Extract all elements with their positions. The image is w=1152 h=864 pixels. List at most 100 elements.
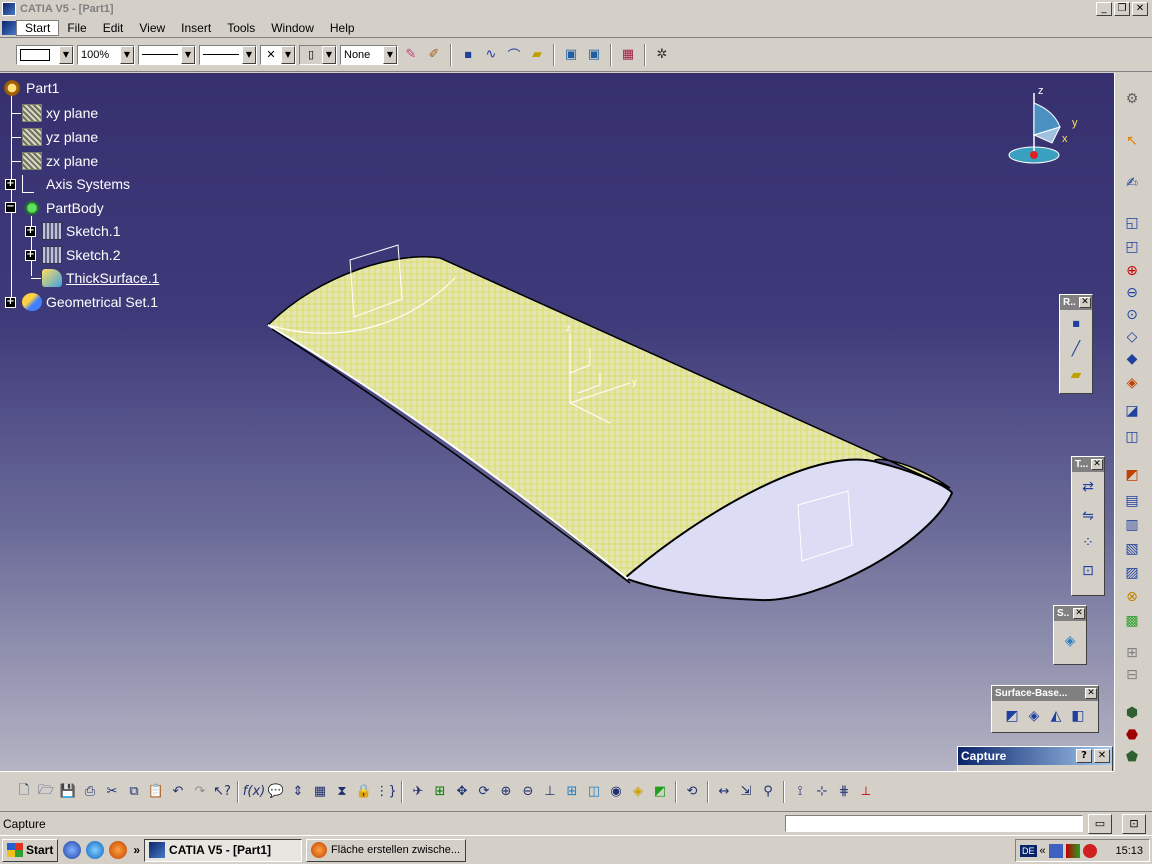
split-icon[interactable]: ◩ bbox=[1002, 705, 1022, 727]
3d-viewport[interactable]: z y Part1 xy plane yz plane zx plane + A… bbox=[0, 73, 1114, 771]
help-button[interactable]: ? bbox=[1076, 749, 1092, 763]
part-body-icon[interactable]: ▣ bbox=[561, 45, 581, 65]
thread-icon[interactable]: ▧ bbox=[1121, 539, 1143, 559]
thick-surface-icon[interactable]: ◈ bbox=[1054, 621, 1086, 661]
tree-node-axis-systems[interactable]: Axis Systems bbox=[22, 173, 130, 195]
expand-axis-systems-icon[interactable]: + bbox=[5, 179, 16, 190]
chevron-down-icon[interactable]: ▼ bbox=[322, 45, 336, 64]
body-insert-icon[interactable]: ▣ bbox=[584, 45, 604, 65]
measure-between-icon[interactable]: ↔ bbox=[714, 782, 734, 802]
capture-close-button[interactable]: ✕ bbox=[1094, 749, 1110, 763]
desktop-icon[interactable] bbox=[63, 841, 82, 859]
chevron-down-icon[interactable]: ▼ bbox=[383, 45, 397, 64]
apply-material-icon[interactable]: ⬣ bbox=[1121, 725, 1143, 745]
line-type-select[interactable]: ▼ bbox=[199, 44, 257, 65]
doc-restore-button[interactable]: ❐ bbox=[1114, 2, 1130, 16]
doc-close-button[interactable]: ✕ bbox=[1132, 2, 1148, 16]
knowledge-icon[interactable]: ⋮} bbox=[375, 782, 396, 802]
collapse-partbody-icon[interactable]: − bbox=[5, 202, 16, 213]
expand-sketch2-icon[interactable]: + bbox=[25, 250, 36, 261]
edge-fillet-icon[interactable]: ◪ bbox=[1121, 401, 1143, 421]
comment-icon[interactable]: 💬 bbox=[266, 782, 286, 802]
properties-brush-icon[interactable]: ✐ bbox=[424, 45, 444, 65]
table-icon[interactable]: ▦ bbox=[310, 782, 330, 802]
menu-insert[interactable]: Insert bbox=[173, 21, 219, 35]
tree-node-yz-plane[interactable]: yz plane bbox=[22, 126, 98, 148]
redo-icon[interactable]: ↷ bbox=[190, 782, 210, 802]
boolean-icon[interactable]: ⊗ bbox=[1121, 587, 1143, 607]
hide-show-icon[interactable]: ◈ bbox=[628, 782, 648, 802]
menu-tools[interactable]: Tools bbox=[219, 21, 263, 35]
update-icon[interactable]: ⟲ bbox=[682, 782, 702, 802]
hole-icon[interactable]: ⊙ bbox=[1121, 305, 1143, 325]
line-icon[interactable]: ╱ bbox=[1060, 336, 1092, 362]
tree-node-partbody[interactable]: PartBody bbox=[22, 197, 104, 219]
zoom-out-icon[interactable]: ⊖ bbox=[518, 782, 538, 802]
new-file-icon[interactable]: 🗋 bbox=[14, 782, 34, 802]
analysis-icon[interactable]: ✲ bbox=[652, 45, 672, 65]
undo-icon[interactable]: ↶ bbox=[168, 782, 188, 802]
doc-minimize-button[interactable]: _ bbox=[1096, 2, 1112, 16]
rotate-icon[interactable]: ⟳ bbox=[474, 782, 494, 802]
expand-sketch1-icon[interactable]: + bbox=[25, 226, 36, 237]
open-folder-icon[interactable]: 🗁 bbox=[36, 782, 56, 802]
stop-command-icon[interactable]: ▭ bbox=[1088, 814, 1112, 834]
spline-icon[interactable]: ∿ bbox=[481, 45, 501, 65]
layer-select[interactable]: None ▼ bbox=[340, 44, 398, 65]
measure-icon[interactable]: ▦ bbox=[618, 45, 638, 65]
chamfer-icon[interactable]: ◫ bbox=[1121, 427, 1143, 447]
axis-creation-icon[interactable]: ⊹ bbox=[812, 782, 832, 802]
tray-app-icon[interactable] bbox=[1065, 843, 1080, 858]
assemble-icon[interactable]: ▩ bbox=[1121, 611, 1143, 631]
thickness-icon[interactable]: ▥ bbox=[1121, 515, 1143, 535]
publication-icon[interactable]: ⬟ bbox=[1121, 747, 1143, 767]
pocket-icon[interactable]: ◰ bbox=[1121, 237, 1143, 257]
close-icon[interactable]: ✕ bbox=[1079, 297, 1091, 308]
copy-icon[interactable]: ⧉ bbox=[124, 782, 144, 802]
firefox-icon[interactable] bbox=[109, 841, 128, 859]
zoom-in-icon[interactable]: ⊕ bbox=[496, 782, 516, 802]
pan-icon[interactable]: ✥ bbox=[452, 782, 472, 802]
menu-help[interactable]: Help bbox=[322, 21, 363, 35]
mirror-feature-icon[interactable]: ▨ bbox=[1121, 563, 1143, 583]
swap-visible-space-icon[interactable]: ◩ bbox=[650, 782, 670, 802]
fit-all-icon[interactable]: ⊞ bbox=[430, 782, 450, 802]
tree-node-thicksurface[interactable]: ThickSurface.1 bbox=[42, 267, 159, 289]
expand-geoset-icon[interactable]: + bbox=[5, 297, 16, 308]
menu-view[interactable]: View bbox=[131, 21, 173, 35]
multi-section-icon[interactable]: ◈ bbox=[1121, 373, 1143, 393]
paste-icon[interactable]: 📋 bbox=[146, 782, 166, 802]
slot-icon[interactable]: ◆ bbox=[1121, 349, 1143, 369]
tree-node-xy-plane[interactable]: xy plane bbox=[22, 102, 98, 124]
sew-surface-icon[interactable]: ◧ bbox=[1068, 705, 1088, 727]
close-icon[interactable]: ✕ bbox=[1073, 608, 1085, 619]
format-painter-icon[interactable]: ✎ bbox=[401, 45, 421, 65]
menu-window[interactable]: Window bbox=[263, 21, 322, 35]
axis-system-icon[interactable]: ⟟ bbox=[790, 782, 810, 802]
close-icon[interactable]: ✕ bbox=[1091, 459, 1103, 470]
fill-color-select[interactable]: ▼ bbox=[16, 44, 74, 65]
command-input[interactable] bbox=[785, 815, 1083, 832]
task-catia[interactable]: CATIA V5 - [Part1] bbox=[144, 838, 303, 862]
pad-icon[interactable]: ◱ bbox=[1121, 213, 1143, 233]
menu-edit[interactable]: Edit bbox=[95, 21, 132, 35]
draft-icon[interactable]: ◩ bbox=[1121, 465, 1143, 485]
whats-this-icon[interactable]: ↖? bbox=[212, 782, 232, 802]
tray-chevron-icon[interactable]: « bbox=[1040, 845, 1046, 857]
groove-icon[interactable]: ⊖ bbox=[1121, 283, 1143, 303]
material-icon[interactable]: ⬢ bbox=[1121, 703, 1143, 723]
close-icon[interactable]: ✕ bbox=[1085, 688, 1097, 699]
iso-view-icon[interactable]: ◫ bbox=[584, 782, 604, 802]
formula-icon[interactable]: f(x) bbox=[243, 782, 265, 802]
menu-start[interactable]: Start bbox=[16, 19, 60, 36]
rib-icon[interactable]: ◇ bbox=[1121, 327, 1143, 347]
constraint-icon[interactable]: ⊞ bbox=[1121, 643, 1143, 663]
save-icon[interactable]: 💾 bbox=[58, 782, 78, 802]
settings-gear-icon[interactable]: ⚙ bbox=[1121, 89, 1143, 109]
transparency-select[interactable]: 100% ▼ bbox=[77, 44, 135, 65]
select-arrow-icon[interactable]: ↖ bbox=[1121, 131, 1143, 151]
shading-icon[interactable]: ◉ bbox=[606, 782, 626, 802]
tree-structure-icon[interactable]: ⧗ bbox=[332, 782, 352, 802]
scale-icon[interactable]: ⊡ bbox=[1072, 556, 1104, 586]
thick-surface-icon[interactable]: ◈ bbox=[1024, 705, 1044, 727]
